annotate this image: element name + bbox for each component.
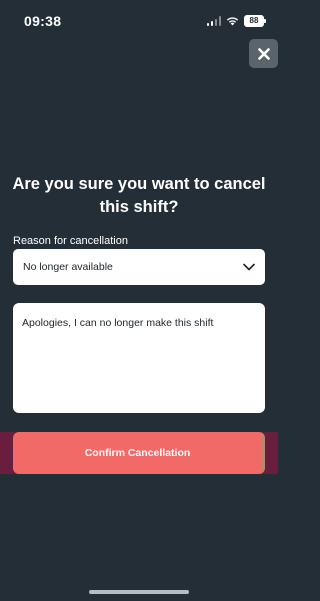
home-indicator[interactable] — [89, 590, 189, 594]
dialog-title: Are you sure you want to cancel this shi… — [12, 175, 266, 216]
close-button[interactable] — [249, 39, 278, 68]
chevron-down-icon — [243, 263, 255, 271]
reason-label: Reason for cancellation — [13, 235, 128, 247]
status-bar: 09:38 88 — [0, 0, 278, 40]
wifi-icon — [226, 17, 239, 26]
status-time: 09:38 — [24, 13, 62, 29]
battery-icon: 88 — [244, 15, 266, 27]
status-icons: 88 — [206, 15, 266, 27]
reason-selected-value: No longer available — [23, 261, 113, 273]
confirm-cancellation-button[interactable]: Confirm Cancellation — [13, 432, 265, 474]
close-icon — [257, 47, 270, 60]
message-textarea[interactable]: Apologies, I can no longer make this shi… — [13, 303, 265, 413]
reason-select[interactable]: No longer available — [13, 249, 265, 285]
signal-icon — [206, 16, 221, 26]
